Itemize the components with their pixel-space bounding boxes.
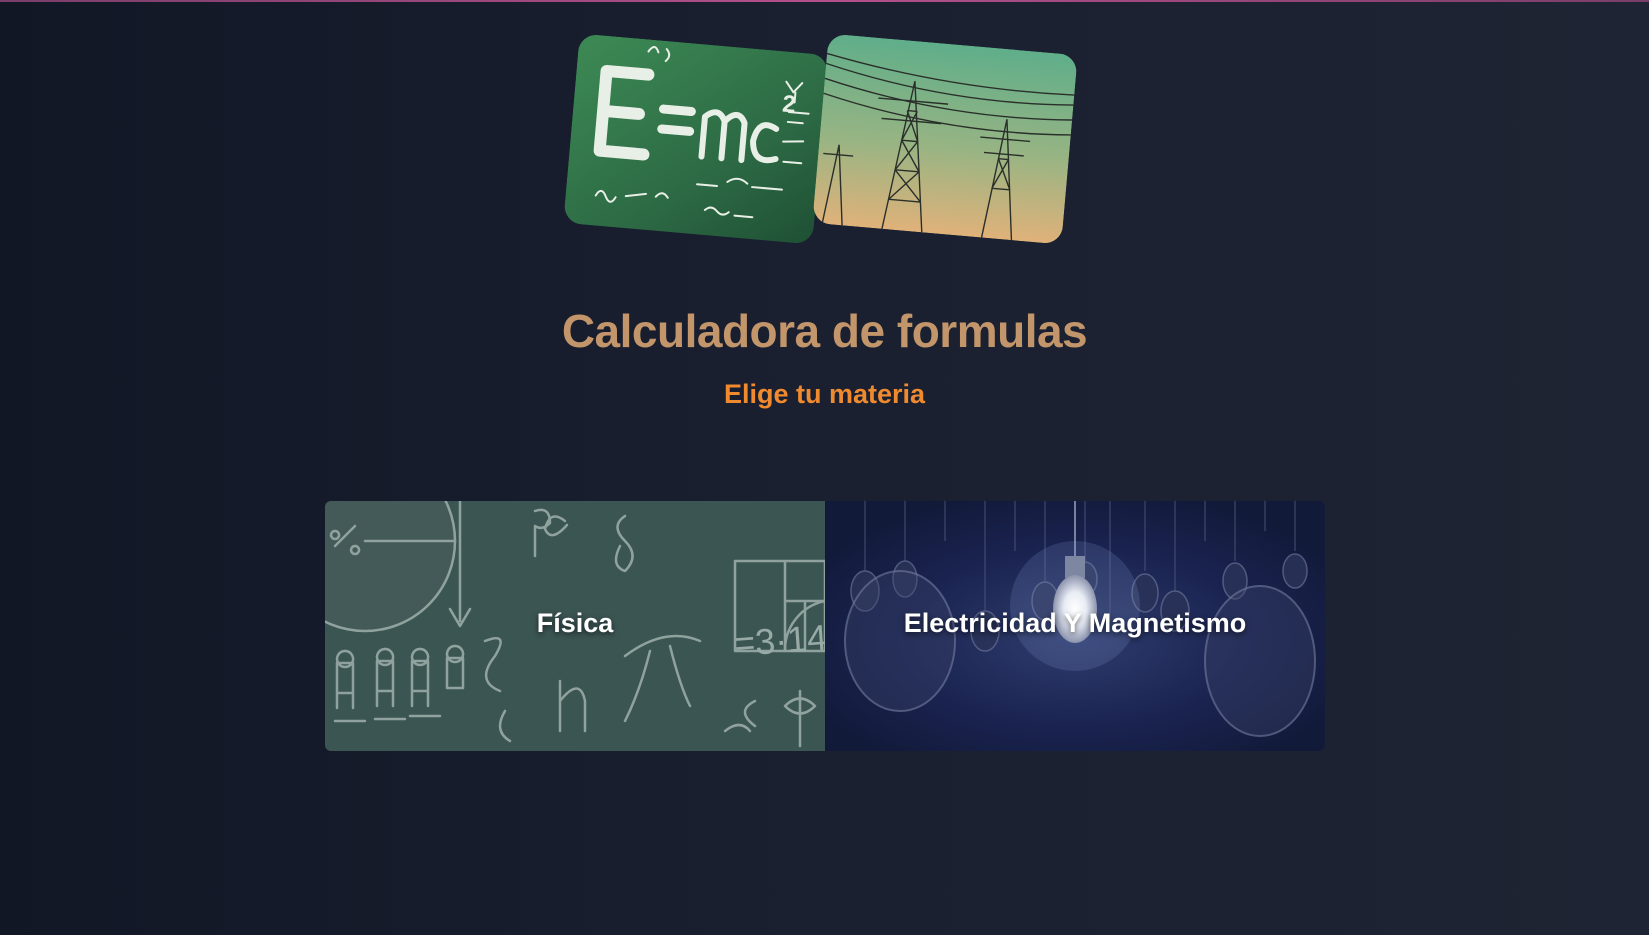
page-subtitle: Elige tu materia	[723, 379, 926, 409]
top-accent-line	[0, 0, 1649, 2]
subject-card-fisica[interactable]: =3·14 Física	[325, 501, 825, 751]
page-title: Calculadora de formulas	[561, 305, 1088, 357]
power-lines-image	[812, 33, 1078, 245]
physics-chalkboard-image: 2	[563, 33, 829, 245]
subject-label-fisica: Física	[536, 607, 614, 638]
subject-label-electricidad-magnetismo: Electricidad Y Magnetismo	[903, 607, 1247, 638]
svg-text:2: 2	[781, 90, 797, 118]
subject-card-electricidad-magnetismo[interactable]: Electricidad Y Magnetismo	[825, 501, 1325, 751]
